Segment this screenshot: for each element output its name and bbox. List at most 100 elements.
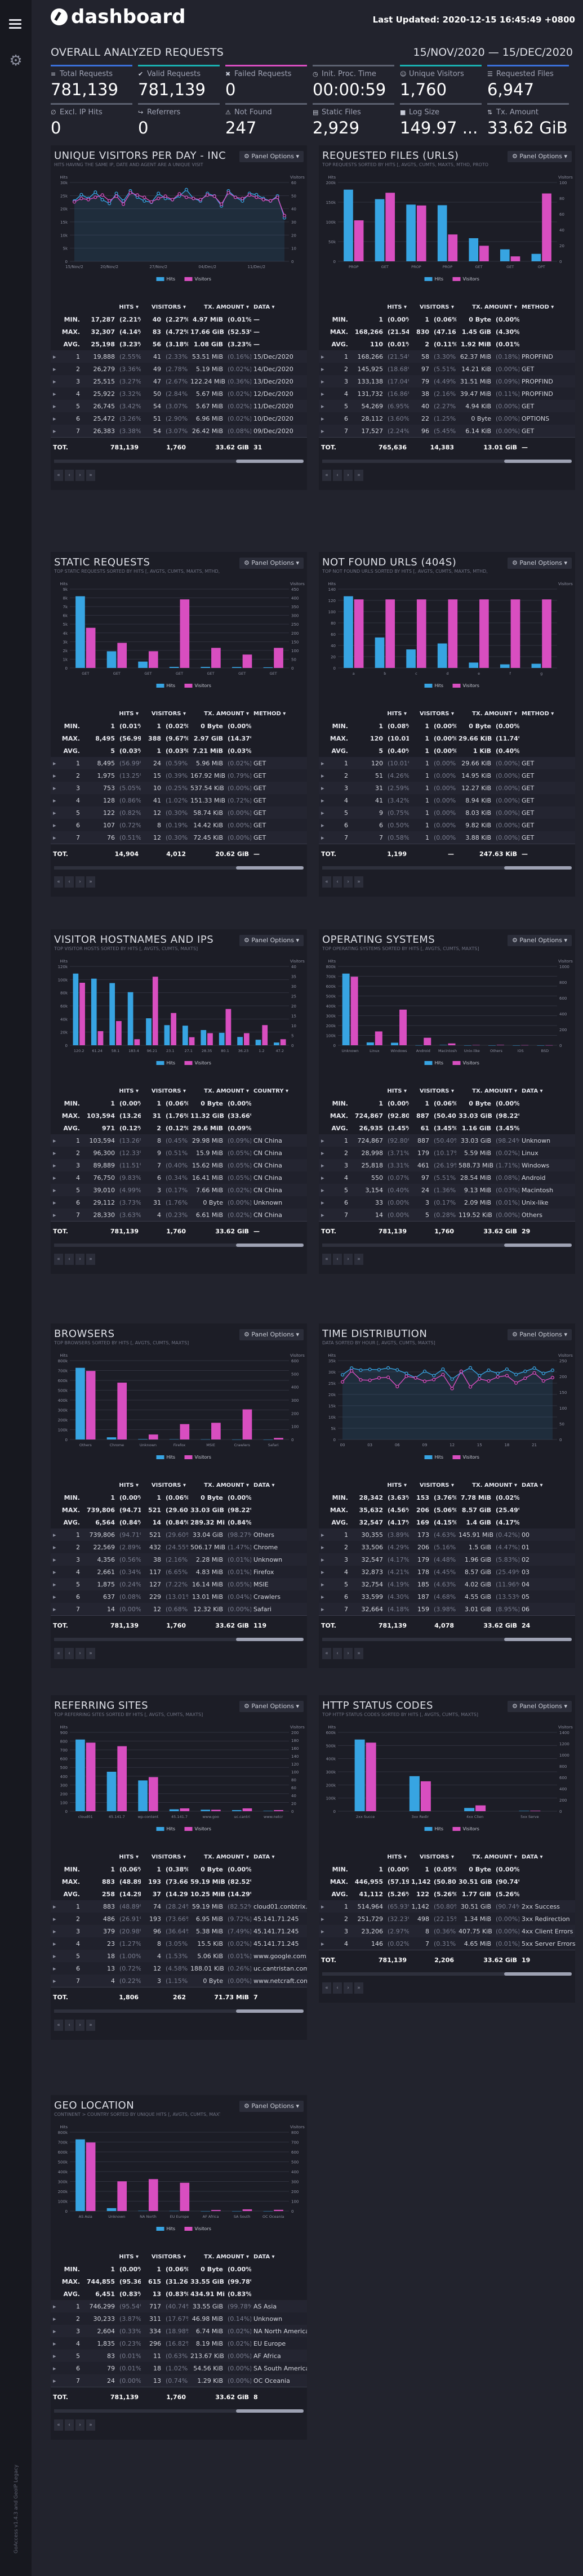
hits-bar[interactable]: [232, 2210, 242, 2212]
visitors-point[interactable]: [94, 195, 97, 199]
column-header[interactable]: VISITORS ▾: [409, 301, 456, 313]
visitors-point[interactable]: [377, 1376, 381, 1380]
expand-icon[interactable]: ▸: [51, 1975, 70, 1987]
table-row[interactable]: ▸526,745(3.42%)54(3.07%)5.67 MiB(0.02%)1…: [51, 400, 307, 412]
scrollbar-thumb[interactable]: [504, 1638, 572, 1641]
horizontal-scrollbar[interactable]: [54, 2009, 304, 2013]
panel-options-button[interactable]: ⚙ Panel Options ▾: [239, 935, 304, 946]
table-row[interactable]: ▸332,547(4.17%)179(4.48%)1.96 GiB(5.83%)…: [319, 1553, 575, 1566]
table-row[interactable]: ▸441(3.42%)1(0.00%)8.94 KiB(0.00%)GET: [319, 794, 575, 806]
table-row[interactable]: ▸4131,732(16.86%)38(2.16%)39.47 MiB(0.11…: [319, 387, 575, 400]
last-page-button[interactable]: »: [86, 2020, 95, 2031]
visitors-point[interactable]: [350, 1369, 354, 1373]
visitors-bar[interactable]: [211, 2210, 221, 2211]
expand-icon[interactable]: ▸: [319, 1603, 338, 1616]
visitors-bar[interactable]: [97, 1031, 104, 1045]
visitors-point[interactable]: [233, 195, 238, 199]
legend-visitors[interactable]: Visitors: [195, 1060, 211, 1066]
legend-hits[interactable]: Hits: [435, 1060, 444, 1066]
hits-point[interactable]: [496, 1371, 500, 1375]
visitors-point[interactable]: [241, 197, 244, 200]
expand-icon[interactable]: ▸: [51, 1590, 70, 1603]
prev-page-button[interactable]: ‹: [333, 876, 342, 888]
visitors-bar[interactable]: [117, 2181, 127, 2211]
table-row[interactable]: ▸130,355(3.89%)173(4.63%)145.91 MiB(0.42…: [319, 1528, 575, 1541]
table-row[interactable]: ▸476,750(9.83%)6(0.34%)16.41 MiB(0.05%)C…: [51, 1171, 307, 1184]
expand-icon[interactable]: ▸: [51, 2374, 70, 2387]
table-row[interactable]: ▸325,515(3.27%)47(2.67%)122.24 MiB(0.36%…: [51, 375, 307, 387]
last-page-button[interactable]: »: [86, 1254, 95, 1265]
expand-icon[interactable]: ▸: [51, 1900, 70, 1913]
sort-icon[interactable]: ▾: [134, 1088, 139, 1094]
sort-icon[interactable]: ▾: [270, 1854, 275, 1860]
visitors-bar[interactable]: [117, 1746, 127, 1811]
visitors-bar[interactable]: [116, 1021, 122, 1045]
expand-icon[interactable]: ▸: [319, 1209, 338, 1222]
hits-bar[interactable]: [201, 2210, 211, 2212]
table-row[interactable]: ▸21,975(13.25%)15(0.39%)167.92 MiB(0.79%…: [51, 769, 307, 782]
column-header[interactable]: DATA ▾: [519, 1085, 575, 1097]
visitors-point[interactable]: [247, 193, 251, 197]
hits-point[interactable]: [541, 1371, 545, 1375]
visitors-point[interactable]: [450, 1387, 454, 1390]
visitors-bar[interactable]: [152, 977, 158, 1045]
column-header[interactable]: VISITORS ▾: [141, 1085, 188, 1097]
visitors-bar[interactable]: [207, 1033, 213, 1045]
visitors-point[interactable]: [468, 1385, 473, 1389]
table-row[interactable]: ▸228,998(3.71%)179(10.17%)5.59 MiB(0.02%…: [319, 1147, 575, 1159]
panel-options-button[interactable]: ⚙ Panel Options ▾: [507, 558, 572, 569]
horizontal-scrollbar[interactable]: [322, 1638, 572, 1641]
prev-page-button[interactable]: ‹: [333, 1982, 342, 1994]
column-header[interactable]: DATA ▾: [251, 2250, 307, 2263]
expand-icon[interactable]: ▸: [319, 819, 338, 831]
panel-options-button[interactable]: ⚙ Panel Options ▾: [239, 151, 304, 162]
table-row[interactable]: ▸679(0.01%)18(1.02%)54.56 KiB(0.00%)SA S…: [51, 2362, 307, 2374]
sort-icon[interactable]: ▾: [181, 2254, 186, 2260]
expand-icon[interactable]: ▸: [51, 757, 70, 769]
hits-bar[interactable]: [342, 973, 350, 1045]
expand-icon[interactable]: ▸: [51, 2350, 70, 2362]
expand-icon[interactable]: ▸: [51, 1553, 70, 1566]
table-row[interactable]: ▸625,472(3.26%)51(2.90%)6.96 MiB(0.02%)1…: [51, 412, 307, 425]
column-header[interactable]: VISITORS ▾: [141, 707, 188, 720]
table-row[interactable]: ▸3379(20.98%)96(36.64%)5.38 MiB(7.49%)45…: [51, 1925, 307, 1937]
table-row[interactable]: ▸633,599(4.30%)187(4.68%)4.55 GiB(13.53%…: [319, 1590, 575, 1603]
expand-icon[interactable]: ▸: [319, 1925, 338, 1937]
table-row[interactable]: ▸325,818(3.31%)461(26.19%)588.73 MiB(1.7…: [319, 1159, 575, 1171]
sort-icon[interactable]: ▾: [284, 1088, 288, 1094]
legend-hits[interactable]: Hits: [435, 1455, 444, 1460]
next-page-button[interactable]: ›: [75, 470, 84, 481]
sort-icon[interactable]: ▾: [513, 711, 517, 717]
prev-page-button[interactable]: ‹: [65, 1648, 74, 1659]
expand-icon[interactable]: ▸: [51, 1147, 70, 1159]
column-header[interactable]: TX. AMOUNT ▾: [188, 1085, 251, 1097]
sort-icon[interactable]: ▾: [513, 1482, 517, 1488]
legend-hits[interactable]: Hits: [167, 2226, 176, 2231]
visitors-bar[interactable]: [189, 1037, 195, 1045]
expand-icon[interactable]: ▸: [51, 1913, 70, 1925]
column-header[interactable]: TX. AMOUNT ▾: [456, 1479, 519, 1491]
hits-point[interactable]: [532, 1366, 536, 1370]
hits-point[interactable]: [94, 190, 97, 194]
column-header[interactable]: VISITORS ▾: [409, 1085, 456, 1097]
panel-options-button[interactable]: ⚙ Panel Options ▾: [239, 1329, 304, 1340]
visitors-bar[interactable]: [243, 1033, 250, 1045]
expand-icon[interactable]: ▸: [319, 757, 338, 769]
expand-icon[interactable]: ▸: [319, 387, 338, 400]
visitors-point[interactable]: [269, 199, 273, 203]
table-row[interactable]: ▸726,383(3.38%)54(3.07%)26.42 MiB(0.08%)…: [51, 425, 307, 438]
hits-bar[interactable]: [464, 1808, 475, 1811]
next-page-button[interactable]: ›: [344, 470, 353, 481]
last-page-button[interactable]: »: [86, 2419, 95, 2431]
visitors-point[interactable]: [441, 1372, 445, 1376]
expand-icon[interactable]: ▸: [319, 1528, 338, 1541]
expand-icon[interactable]: ▸: [319, 363, 338, 375]
prev-page-button[interactable]: ‹: [65, 2419, 74, 2431]
column-header[interactable]: VISITORS ▾: [409, 1851, 456, 1863]
hits-bar[interactable]: [344, 596, 353, 668]
scrollbar-thumb[interactable]: [236, 2009, 304, 2013]
sort-icon[interactable]: ▾: [181, 1088, 186, 1094]
hits-bar[interactable]: [464, 1045, 471, 1046]
sort-icon[interactable]: ▾: [134, 711, 139, 717]
expand-icon[interactable]: ▸: [319, 1134, 338, 1147]
